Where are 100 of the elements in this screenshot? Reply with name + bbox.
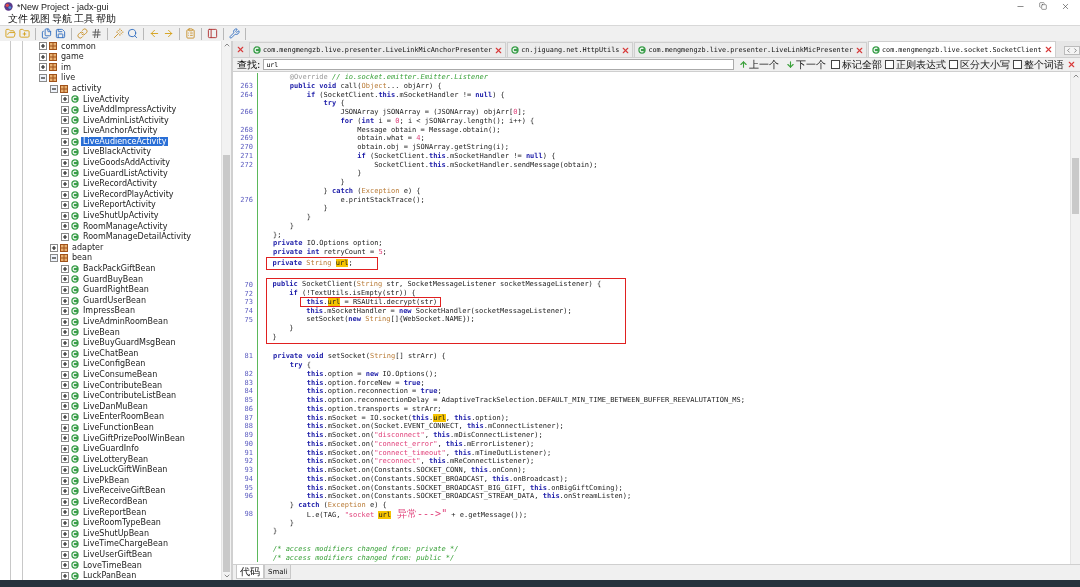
expand-icon[interactable] (61, 455, 69, 464)
expand-icon[interactable] (61, 519, 69, 527)
expand-icon[interactable] (61, 444, 69, 453)
expand-icon[interactable] (39, 52, 47, 61)
clipboard-icon[interactable] (185, 28, 196, 39)
expand-icon[interactable] (61, 413, 69, 422)
tree-item[interactable]: im (59, 62, 73, 73)
expand-icon[interactable] (61, 137, 69, 146)
tree-item[interactable]: bean (70, 253, 94, 263)
scroll-left-icon[interactable] (1065, 47, 1072, 54)
expand-icon[interactable] (61, 497, 69, 506)
expand-icon[interactable] (61, 285, 69, 294)
tree-item[interactable]: LiveReportActivity (81, 200, 158, 210)
expand-icon[interactable] (61, 402, 69, 411)
expand-icon[interactable] (61, 127, 69, 136)
tree-item[interactable]: LiveRoomTypeBean (81, 518, 163, 528)
tree-item[interactable]: LiveReceiveGiftBean (81, 486, 168, 496)
expand-icon[interactable] (61, 275, 69, 284)
expand-icon[interactable] (61, 116, 69, 125)
expand-icon[interactable] (61, 561, 69, 570)
expand-icon[interactable] (61, 201, 69, 210)
tree-item[interactable]: LiveGiftPrizePoolWinBean (81, 433, 187, 443)
expand-icon[interactable] (39, 63, 47, 72)
tree-item[interactable]: GuardBuyBean (81, 274, 146, 285)
tree-item[interactable]: LiveBlackActivity (81, 147, 153, 157)
tree-item[interactable]: activity (70, 83, 104, 94)
next-button[interactable]: 下一个 (784, 58, 828, 71)
tree-item[interactable]: LiveAddImpressActivity (81, 105, 179, 115)
tree-item[interactable]: LiveUserGiftBean (81, 550, 155, 560)
expand-icon[interactable] (61, 370, 69, 379)
expand-icon[interactable] (39, 42, 47, 51)
tree-item[interactable]: RoomManageActivity (81, 221, 170, 232)
expand-icon[interactable] (61, 317, 69, 326)
tree-item[interactable]: RoomManageDetailActivity (81, 232, 194, 242)
tree-item[interactable]: LiveShutUpActivity (81, 211, 161, 221)
tree-item[interactable]: game (59, 52, 86, 62)
expand-icon[interactable] (61, 423, 69, 432)
view-tab[interactable]: 代码 (236, 565, 264, 579)
tree-item[interactable]: LiveAnchorActivity (81, 126, 160, 136)
expand-icon[interactable] (61, 550, 69, 559)
tree-item[interactable]: adapter (70, 242, 106, 253)
expand-icon[interactable] (61, 307, 69, 316)
tree-item[interactable]: LiveLotteryBean (81, 454, 151, 465)
expand-icon[interactable] (61, 148, 69, 157)
tree-item[interactable]: LivePkBean (81, 475, 132, 486)
expand-icon[interactable] (61, 391, 69, 400)
tree-item[interactable]: LiveConsumeBean (81, 369, 160, 380)
tree-item[interactable]: LiveActivity (81, 94, 132, 104)
tree-item[interactable]: LiveRecordActivity (81, 179, 159, 189)
expand-icon[interactable] (61, 180, 69, 188)
tree-item[interactable]: LiveRecordPlayActivity (81, 189, 176, 200)
expand-icon[interactable] (61, 529, 69, 538)
tree-item[interactable]: LiveEnterRoomBean (81, 412, 166, 422)
tree-item[interactable]: live (59, 73, 78, 83)
menu-item[interactable]: 视图 (29, 13, 50, 25)
tree-item[interactable]: LiveGuardListActivity (81, 168, 170, 179)
tree-item[interactable]: GuardRightBean (81, 285, 151, 295)
checkbox-option[interactable]: 正则表达式 (885, 58, 946, 71)
tree-item[interactable]: LiveContributeListBean (81, 391, 179, 401)
expand-icon[interactable] (61, 233, 69, 241)
expand-icon[interactable] (61, 487, 69, 496)
tree-item[interactable]: BackPackGiftBean (81, 264, 158, 274)
close-icon[interactable] (621, 45, 631, 55)
tree-item[interactable]: LiveGuardInfo (81, 444, 141, 454)
tree-item[interactable]: LiveFunctionBean (81, 422, 156, 433)
close-icon[interactable] (236, 45, 245, 54)
tree-item[interactable]: LiveShutUpBean (81, 528, 151, 539)
expand-icon[interactable] (61, 328, 69, 337)
expand-icon[interactable] (61, 572, 69, 580)
close-icon[interactable] (494, 45, 504, 55)
close-icon[interactable] (1061, 2, 1070, 11)
tree-item[interactable]: LuckPanBean (81, 571, 139, 580)
expand-icon[interactable] (61, 190, 69, 199)
expand-icon[interactable] (61, 466, 69, 475)
expand-icon[interactable] (61, 540, 69, 549)
close-icon[interactable] (1067, 60, 1076, 69)
tree-item[interactable]: LiveBean (81, 327, 122, 338)
expand-icon[interactable] (61, 105, 69, 114)
tree-item[interactable]: LiveGoodsAddActivity (81, 158, 172, 168)
menu-item[interactable]: 文件 (7, 13, 28, 25)
expand-icon[interactable] (61, 211, 69, 220)
tree-item[interactable]: LiveChatBean (81, 348, 141, 359)
scroll-up-icon[interactable] (222, 41, 231, 49)
tree-item[interactable]: LiveRecordBean (81, 497, 150, 507)
wrench-icon[interactable] (229, 28, 240, 39)
scroll-up-icon[interactable] (1071, 72, 1080, 80)
tree-item[interactable]: LiveAudienceActivity (81, 136, 169, 147)
expand-icon[interactable] (61, 338, 69, 347)
tree-item[interactable]: LiveAdminListActivity (81, 115, 171, 126)
tree-item[interactable]: LoveTimeBean (81, 560, 144, 571)
collapse-icon[interactable] (39, 74, 47, 83)
previous-button[interactable]: 上一个 (737, 58, 781, 71)
tree-item[interactable]: LiveReportBean (81, 507, 149, 518)
expand-icon[interactable] (61, 264, 69, 273)
expand-icon[interactable] (61, 95, 69, 104)
hash-icon[interactable] (91, 28, 102, 39)
checkbox-option[interactable]: 区分大小写 (949, 58, 1010, 71)
tree-item[interactable]: LiveBuyGuardMsgBean (81, 338, 178, 348)
tree-item[interactable]: LiveConfigBean (81, 359, 148, 369)
tree-item[interactable]: LiveContributeBean (81, 380, 165, 391)
